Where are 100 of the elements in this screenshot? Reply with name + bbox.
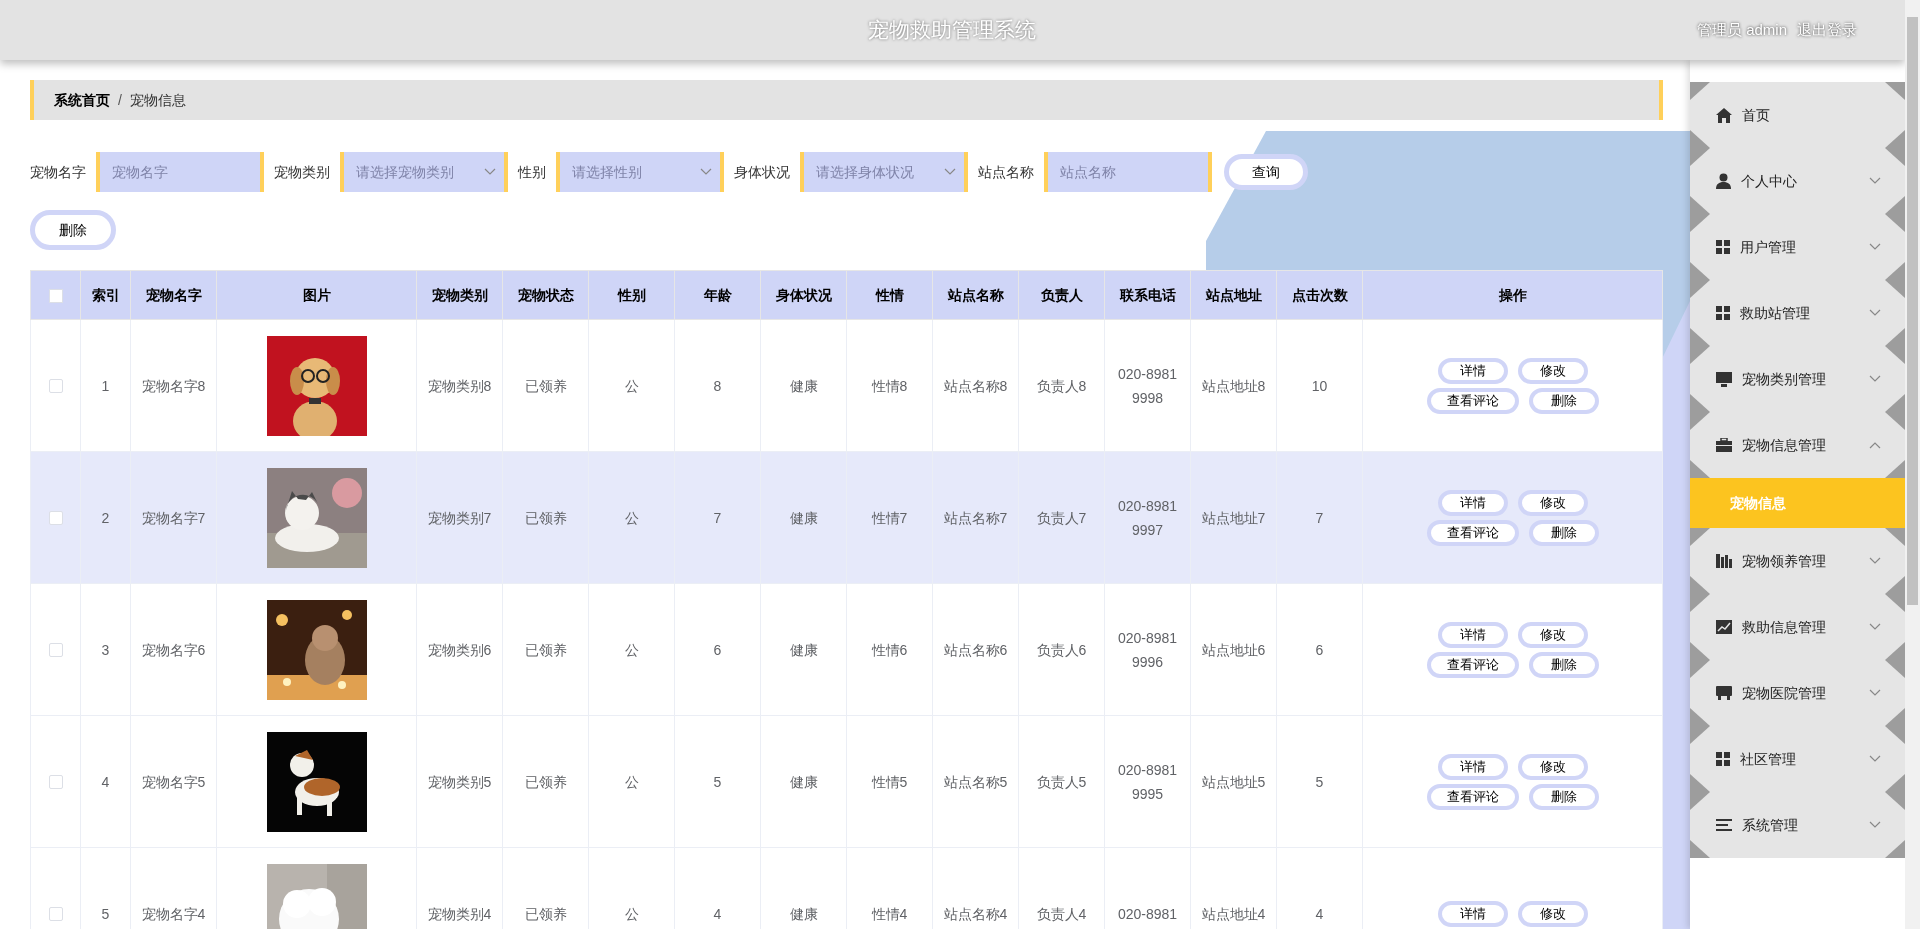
scrollbar-thumb[interactable] <box>1907 17 1918 605</box>
action-button[interactable]: 详情 <box>1437 900 1508 927</box>
table-cell-text: 7 <box>713 508 722 528</box>
table-cell-text: 10 <box>1311 376 1328 396</box>
table-cell-text: 站点地址6 <box>1201 640 1266 660</box>
sidebar-item[interactable]: 个人中心 <box>1690 148 1905 214</box>
table-cell-text: 负责人7 <box>1036 508 1087 528</box>
action-button[interactable]: 删除 <box>1528 519 1599 546</box>
action-button[interactable]: 详情 <box>1437 753 1508 780</box>
action-button[interactable]: 查看评论 <box>1426 387 1519 414</box>
sidebar-item[interactable]: 社区管理 <box>1690 726 1905 792</box>
table-cell-text: 已领养 <box>524 772 567 792</box>
delete-button[interactable]: 删除 <box>30 210 116 250</box>
sidebar-item[interactable]: 系统管理 <box>1690 792 1905 858</box>
table-cell-text: 公 <box>624 640 639 660</box>
column-header: 性情 <box>846 270 933 320</box>
table-cell-text: 负责人4 <box>1036 904 1087 924</box>
table-cell-text: 站点名称6 <box>943 640 1008 660</box>
breadcrumb-separator: / <box>118 90 122 110</box>
sidebar-item[interactable]: 首页 <box>1690 82 1905 148</box>
chevron-down-icon <box>1869 177 1881 185</box>
column-header: 年龄 <box>674 270 761 320</box>
table-cell-text: 020-8981 9995 <box>1116 760 1179 804</box>
table-cell-text: 站点名称4 <box>943 904 1008 924</box>
briefcase-icon <box>1716 438 1732 452</box>
table-row[interactable]: 5 宠物名字4 宠物类别4 已领养 公 4 健康 性情4 站点名称4 负责人4 020-8981 站点地址4 4 详情 修改 <box>30 847 1663 929</box>
breadcrumb-link[interactable]: 系统首页 <box>54 89 110 111</box>
sidebar-item[interactable]: 宠物类别管理 <box>1690 346 1905 412</box>
checkbox[interactable] <box>48 288 63 303</box>
table-cell-text: 已领养 <box>524 376 567 396</box>
checkbox[interactable] <box>48 511 63 526</box>
table-cell-text: 020-8981 9998 <box>1116 364 1179 408</box>
select-field[interactable]: 请选择宠物类别 <box>340 152 508 192</box>
logout-link[interactable]: 退出登录 <box>1797 18 1857 42</box>
chevron-down-icon <box>1869 309 1881 317</box>
select-field[interactable]: 请选择身体状况 <box>800 152 968 192</box>
search-button[interactable]: 查询 <box>1224 154 1308 190</box>
table-row[interactable]: 4 宠物名字5 宠物类别5 已领养 公 5 健康 性情5 站点名称5 负责人5 020-8981 9995 站点地址5 5 详情 修改 查看评论 删除 <box>30 715 1663 848</box>
select-field[interactable]: 请选择性别 <box>556 152 724 192</box>
column-header: 联系电话 <box>1104 270 1191 320</box>
sidebar-item[interactable]: 救助站管理 <box>1690 280 1905 346</box>
field-label: 身体状况 <box>734 162 790 182</box>
action-button[interactable]: 删除 <box>1528 651 1599 678</box>
table-cell-text: 负责人5 <box>1036 772 1087 792</box>
grid-icon <box>1716 306 1730 320</box>
table-cell-text: 健康 <box>789 772 818 792</box>
table-cell-text: 站点地址4 <box>1201 904 1266 924</box>
chevron-down-icon <box>1869 755 1881 763</box>
input-field[interactable]: 站点名称 <box>1044 152 1212 192</box>
action-button[interactable]: 修改 <box>1517 900 1588 927</box>
table-cell-text: 宠物类别8 <box>427 376 492 396</box>
field-label: 性别 <box>518 162 546 182</box>
table-cell-text: 负责人8 <box>1036 376 1087 396</box>
table-cell-text: 020-8981 9997 <box>1116 496 1179 540</box>
table-cell-text: 5 <box>101 904 110 924</box>
action-button[interactable]: 查看评论 <box>1426 783 1519 810</box>
checkbox[interactable] <box>48 775 63 790</box>
action-button[interactable]: 详情 <box>1437 489 1508 516</box>
table-cell-text: 5 <box>713 772 722 792</box>
table-cell-text: 4 <box>713 904 722 924</box>
action-button[interactable]: 查看评论 <box>1426 519 1519 546</box>
action-button[interactable]: 修改 <box>1517 489 1588 516</box>
sidebar-item[interactable]: 宠物医院管理 <box>1690 660 1905 726</box>
table-row[interactable]: 3 宠物名字6 宠物类别6 已领养 公 6 健康 性情6 站点名称6 负责人6 020-8981 9996 站点地址6 6 详情 修改 查看评论 删除 <box>30 583 1663 716</box>
column-header: 点击次数 <box>1276 270 1363 320</box>
table-cell-text: 1 <box>101 376 110 396</box>
sidebar-item[interactable]: 救助信息管理 <box>1690 594 1905 660</box>
table-cell-text: 宠物类别4 <box>427 904 492 924</box>
sidebar-item[interactable]: 用户管理 <box>1690 214 1905 280</box>
user-label: 管理员 admin <box>1696 19 1787 40</box>
table-cell-text: 性情8 <box>871 376 908 396</box>
column-header: 站点地址 <box>1190 270 1277 320</box>
table-cell-text: 站点地址7 <box>1201 508 1266 528</box>
bar-chart-icon <box>1716 554 1732 568</box>
table-row[interactable]: 1 宠物名字8 宠物类别8 已领养 公 8 健康 性情8 站点名称8 负责人8 020-8981 9998 站点地址8 10 详情 修改 查看评论 删除 <box>30 319 1663 452</box>
column-header: 宠物类别 <box>416 270 503 320</box>
sidebar-item[interactable]: 宠物领养管理 <box>1690 528 1905 594</box>
action-button[interactable]: 详情 <box>1437 357 1508 384</box>
action-button[interactable]: 详情 <box>1437 621 1508 648</box>
column-header: 索引 <box>80 270 131 320</box>
table-cell-text: 公 <box>624 376 639 396</box>
input-field[interactable]: 宠物名字 <box>96 152 264 192</box>
column-header: 图片 <box>216 270 417 320</box>
action-button[interactable]: 删除 <box>1528 387 1599 414</box>
action-button[interactable]: 查看评论 <box>1426 651 1519 678</box>
table-row[interactable]: 2 宠物名字7 宠物类别7 已领养 公 7 健康 性情7 站点名称7 负责人7 020-8981 9997 站点地址7 7 详情 修改 查看评论 删除 <box>30 451 1663 584</box>
checkbox[interactable] <box>48 379 63 394</box>
breadcrumb-link[interactable]: 宠物信息 <box>129 89 186 111</box>
checkbox[interactable] <box>48 643 63 658</box>
action-button[interactable]: 修改 <box>1517 753 1588 780</box>
table-cell-text: 公 <box>624 772 639 792</box>
action-button[interactable]: 删除 <box>1528 783 1599 810</box>
checkbox[interactable] <box>48 907 63 922</box>
store-icon <box>1716 686 1732 700</box>
action-button[interactable]: 修改 <box>1517 357 1588 384</box>
action-button[interactable]: 修改 <box>1517 621 1588 648</box>
table-cell-text: 宠物名字6 <box>141 640 206 660</box>
sidebar-item[interactable]: 宠物信息管理 <box>1690 412 1905 478</box>
table-cell-text: 健康 <box>789 376 818 396</box>
chevron-down-icon <box>484 168 496 176</box>
